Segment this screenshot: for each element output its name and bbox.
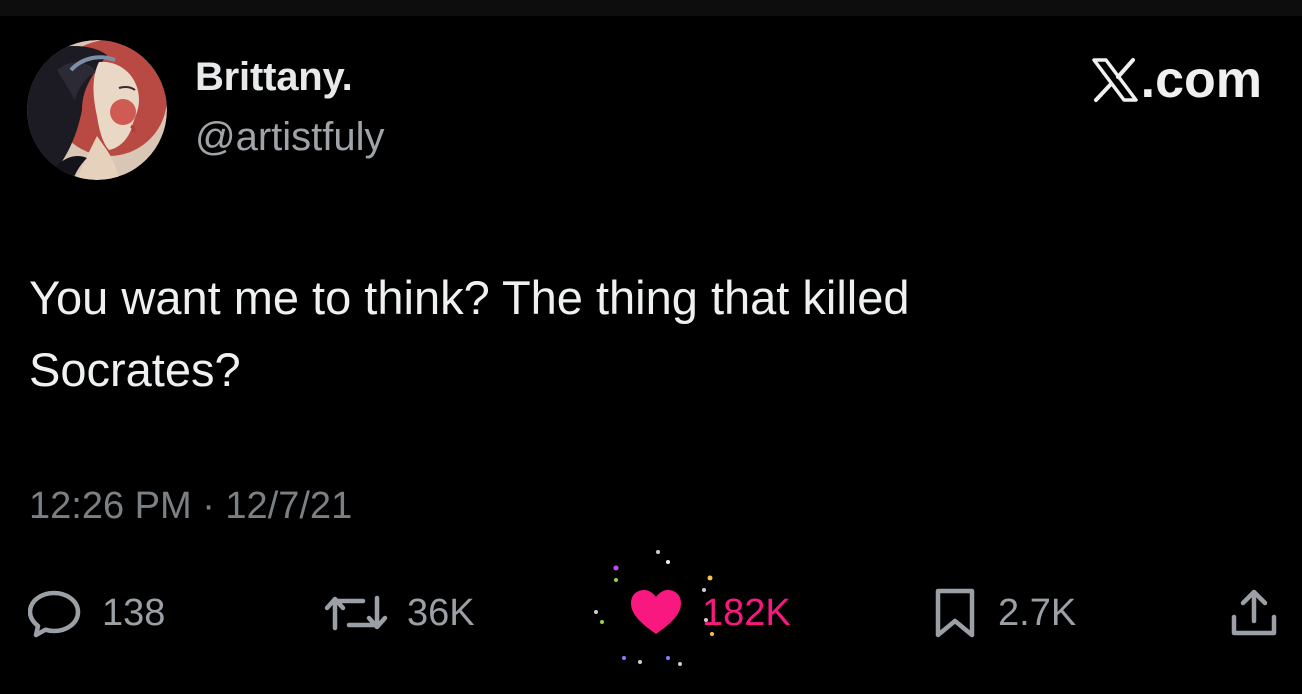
illustrated-woman-portrait-avatar: [27, 40, 167, 180]
top-status-strip: [0, 0, 1302, 16]
brand-domain-label: .com: [1140, 51, 1262, 109]
like-count: 182K: [702, 591, 791, 634]
bookmark-button[interactable]: 2.7K: [930, 588, 1076, 638]
tweet-action-bar: 138 36K 182K 2.7K: [0, 570, 1302, 660]
avatar[interactable]: [27, 40, 167, 180]
bookmark-icon: [935, 588, 975, 638]
reply-button[interactable]: 138: [28, 588, 165, 638]
author-handle[interactable]: @artistfuly: [195, 115, 385, 160]
like-button[interactable]: 182K: [628, 588, 791, 638]
x-brand-watermark: .com: [1091, 51, 1262, 109]
share-icon: [1231, 589, 1277, 636]
retweet-button[interactable]: 36K: [323, 588, 475, 638]
tweet-text: You want me to think? The thing that kil…: [29, 262, 1229, 406]
tweet-text-line: Socrates?: [29, 343, 241, 396]
reply-bubble-icon: [28, 590, 81, 638]
share-button[interactable]: [1228, 588, 1280, 638]
retweet-icon: [324, 595, 388, 631]
reply-count: 138: [102, 591, 166, 634]
x-logo-icon: [1091, 58, 1138, 102]
heart-icon: [631, 590, 681, 634]
retweet-count: 36K: [407, 591, 475, 634]
tweet-text-line: You want me to think? The thing that kil…: [29, 271, 910, 324]
author-display-name[interactable]: Brittany.: [195, 55, 353, 100]
tweet-timestamp[interactable]: 12:26 PM · 12/7/21: [29, 485, 352, 528]
bookmark-count: 2.7K: [998, 591, 1077, 634]
